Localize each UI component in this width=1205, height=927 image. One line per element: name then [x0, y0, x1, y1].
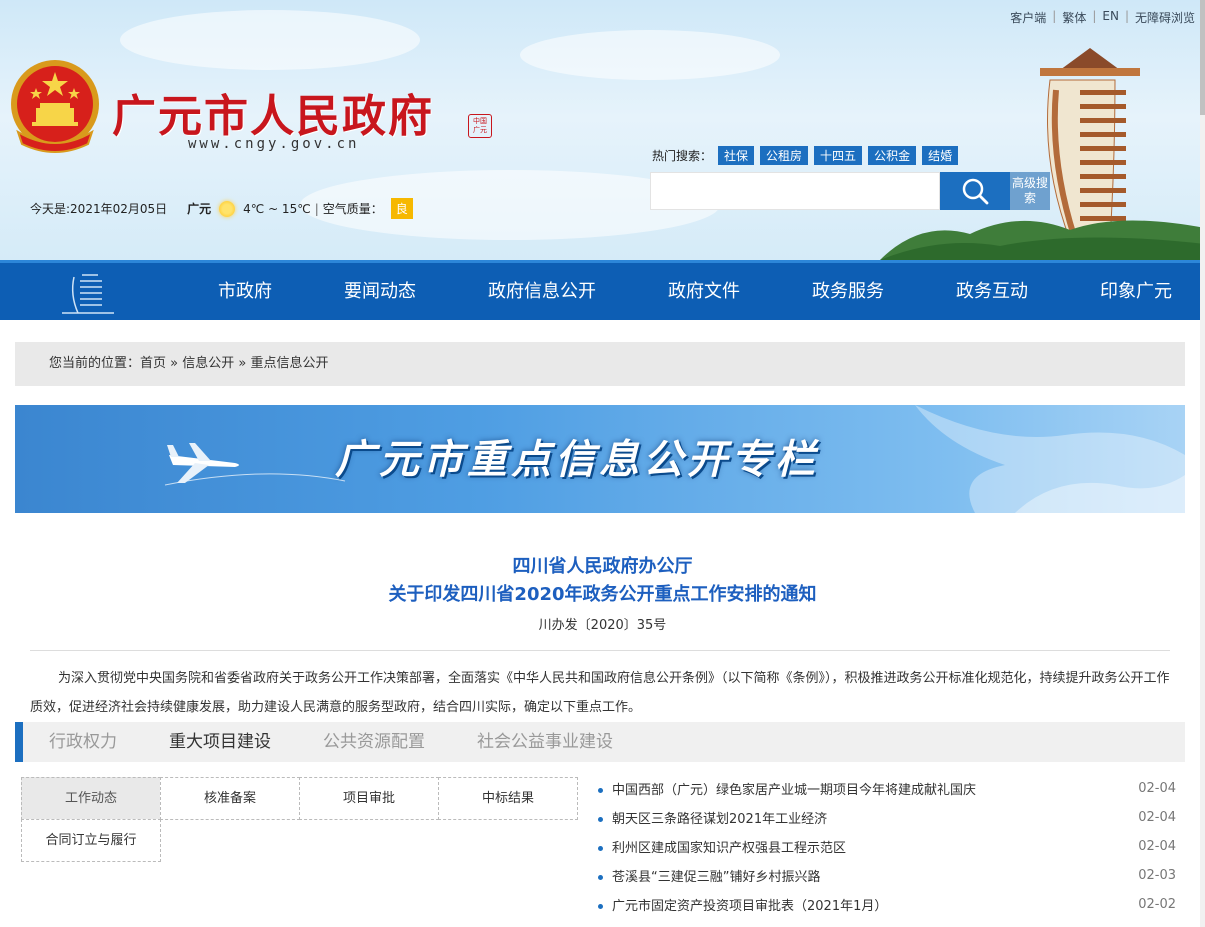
top-link-traditional[interactable]: 繁体 [1062, 9, 1086, 26]
divider: | [1092, 9, 1097, 23]
tab-administrative-power[interactable]: 行政权力 [23, 722, 143, 762]
divider: | [1052, 9, 1057, 23]
breadcrumb-separator: » [234, 356, 251, 371]
top-link-accessibility[interactable]: 无障碍浏览 [1135, 9, 1195, 26]
divider [30, 650, 1170, 651]
breadcrumb-home[interactable]: 首页 [140, 356, 166, 371]
nav-item-interaction[interactable]: 政务互动 [920, 263, 1064, 323]
breadcrumb-prefix: 您当前的位置： [49, 356, 141, 371]
bullet-icon [598, 788, 603, 793]
scrollbar-thumb[interactable] [1200, 0, 1205, 115]
weather-temperature: 4℃ ~ 15℃ [243, 201, 311, 216]
news-date: 02-04 [1138, 781, 1176, 796]
site-title[interactable]: 广元市人民政府 [112, 80, 434, 144]
hot-tag-housing-fund[interactable]: 公积金 [868, 146, 917, 165]
nav-item-documents[interactable]: 政府文件 [632, 263, 776, 323]
category-tabs: 行政权力 重大项目建设 公共资源配置 社会公益事业建设 [15, 722, 1185, 762]
list-item: 中国西部（广元）绿色家居产业城一期项目今年将建成献礼国庆 02-04 [598, 774, 1178, 803]
hills-illustration [880, 220, 1205, 260]
divider: | [1124, 9, 1129, 23]
subtab-project-approval[interactable]: 项目审批 [299, 777, 439, 820]
breadcrumb-key-info[interactable]: 重点信息公开 [250, 356, 328, 371]
page-scrollbar[interactable] [1200, 0, 1205, 927]
document-number: 川办发〔2020〕35号 [538, 618, 667, 633]
hot-tag-public-rental[interactable]: 公租房 [760, 146, 809, 165]
bullet-icon [598, 875, 603, 880]
nav-item-info-disclosure[interactable]: 政府信息公开 [452, 263, 632, 323]
nav-item-city-government[interactable]: 市政府 [180, 263, 308, 323]
news-title[interactable]: 苍溪县“三建促三融”铺好乡村振兴路 [612, 870, 820, 885]
bullet-icon [598, 817, 603, 822]
subtab-bid-results[interactable]: 中标结果 [438, 777, 578, 820]
nav-menu: 市政府 要闻动态 政府信息公开 政府文件 政务服务 政务互动 印象广元 [180, 263, 1205, 323]
subtab-approval-filing[interactable]: 核准备案 [160, 777, 300, 820]
nav-item-services[interactable]: 政务服务 [776, 263, 920, 323]
article-title-line1: 四川省人民政府办公厅 [512, 556, 693, 577]
site-url: www.cngy.gov.cn [188, 136, 360, 152]
subcategory-grid: 工作动态 核准备案 项目审批 中标结果 合同订立与履行 [21, 777, 581, 862]
current-date: 今天是:2021年02月05日 [30, 202, 168, 216]
news-title[interactable]: 中国西部（广元）绿色家居产业城一期项目今年将建成献礼国庆 [612, 783, 976, 798]
column-banner: 广元市重点信息公开专栏 [15, 405, 1185, 513]
divider: | [314, 201, 319, 216]
airplane-icon [167, 443, 239, 483]
air-quality-badge: 良 [390, 198, 413, 219]
weather-city: 广元 [187, 202, 212, 216]
list-item: 广元市固定资产投资项目审批表（2021年1月） 02-02 [598, 890, 1178, 919]
national-emblem-icon[interactable] [8, 58, 102, 158]
breadcrumb-info-disclosure[interactable]: 信息公开 [182, 356, 234, 371]
hot-tag-social-security[interactable]: 社保 [718, 146, 755, 165]
sun-icon [219, 200, 236, 217]
hot-search-label: 热门搜索： [652, 149, 713, 163]
tab-major-projects[interactable]: 重大项目建设 [143, 722, 297, 762]
top-link-english[interactable]: EN [1102, 9, 1119, 26]
news-date: 02-03 [1138, 868, 1176, 883]
news-title[interactable]: 利州区建成国家知识产权强县工程示范区 [612, 841, 846, 856]
list-item: 朝天区三条路径谋划2021年工业经济 02-04 [598, 803, 1178, 832]
bullet-icon [598, 904, 603, 909]
list-item: 利州区建成国家知识产权强县工程示范区 02-04 [598, 832, 1178, 861]
top-link-client[interactable]: 客户端 [1010, 9, 1046, 26]
subtab-contracts[interactable]: 合同订立与履行 [21, 819, 161, 862]
nav-item-news[interactable]: 要闻动态 [308, 263, 452, 323]
hot-tag-14th-five-year[interactable]: 十四五 [814, 146, 863, 165]
cloud-decoration [520, 30, 780, 80]
news-title[interactable]: 朝天区三条路径谋划2021年工业经济 [612, 812, 827, 827]
cloud-decoration [120, 10, 420, 70]
top-links: 客户端 | 繁体 | EN | 无障碍浏览 [1010, 9, 1195, 26]
article-body: 为深入贯彻党中央国务院和省委省政府关于政务公开工作决策部署，全面落实《中华人民共… [30, 671, 1170, 715]
news-list: 中国西部（广元）绿色家居产业城一期项目今年将建成献礼国庆 02-04 朝天区三条… [598, 774, 1178, 919]
air-quality-label: 空气质量： [322, 202, 383, 216]
bullet-icon [598, 846, 603, 851]
breadcrumb-separator: » [166, 356, 183, 371]
hot-tag-marriage[interactable]: 结婚 [922, 146, 959, 165]
tab-public-resources[interactable]: 公共资源配置 [297, 722, 451, 762]
subtab-work-updates[interactable]: 工作动态 [21, 777, 161, 820]
news-title[interactable]: 广元市固定资产投资项目审批表（2021年1月） [612, 899, 887, 914]
site-header: 客户端 | 繁体 | EN | 无障碍浏览 广元市人民政府 中国 广元 www.c… [0, 0, 1205, 260]
breadcrumb: 您当前的位置：首页 » 信息公开 » 重点信息公开 [15, 342, 1185, 386]
news-date: 02-04 [1138, 810, 1176, 825]
news-date: 02-04 [1138, 839, 1176, 854]
tab-public-welfare[interactable]: 社会公益事业建设 [451, 722, 639, 762]
hot-search: 热门搜索： 社保 公租房 十四五 公积金 结婚 [652, 146, 959, 165]
date-weather-row: 今天是:2021年02月05日 广元 4℃ ~ 15℃ | 空气质量： 良 [30, 198, 413, 219]
seal-logo: 中国 广元 [468, 114, 492, 138]
news-date: 02-02 [1138, 897, 1176, 912]
nav-item-impression[interactable]: 印象广元 [1064, 263, 1205, 323]
tower-logo-icon[interactable] [58, 269, 118, 315]
banner-title: 广元市重点信息公开专栏 [335, 437, 819, 483]
list-item: 苍溪县“三建促三融”铺好乡村振兴路 02-03 [598, 861, 1178, 890]
article-title-line2: 关于印发四川省2020年政务公开重点工作安排的通知 [388, 584, 817, 605]
main-navigation: 市政府 要闻动态 政府信息公开 政府文件 政务服务 政务互动 印象广元 [0, 260, 1205, 320]
